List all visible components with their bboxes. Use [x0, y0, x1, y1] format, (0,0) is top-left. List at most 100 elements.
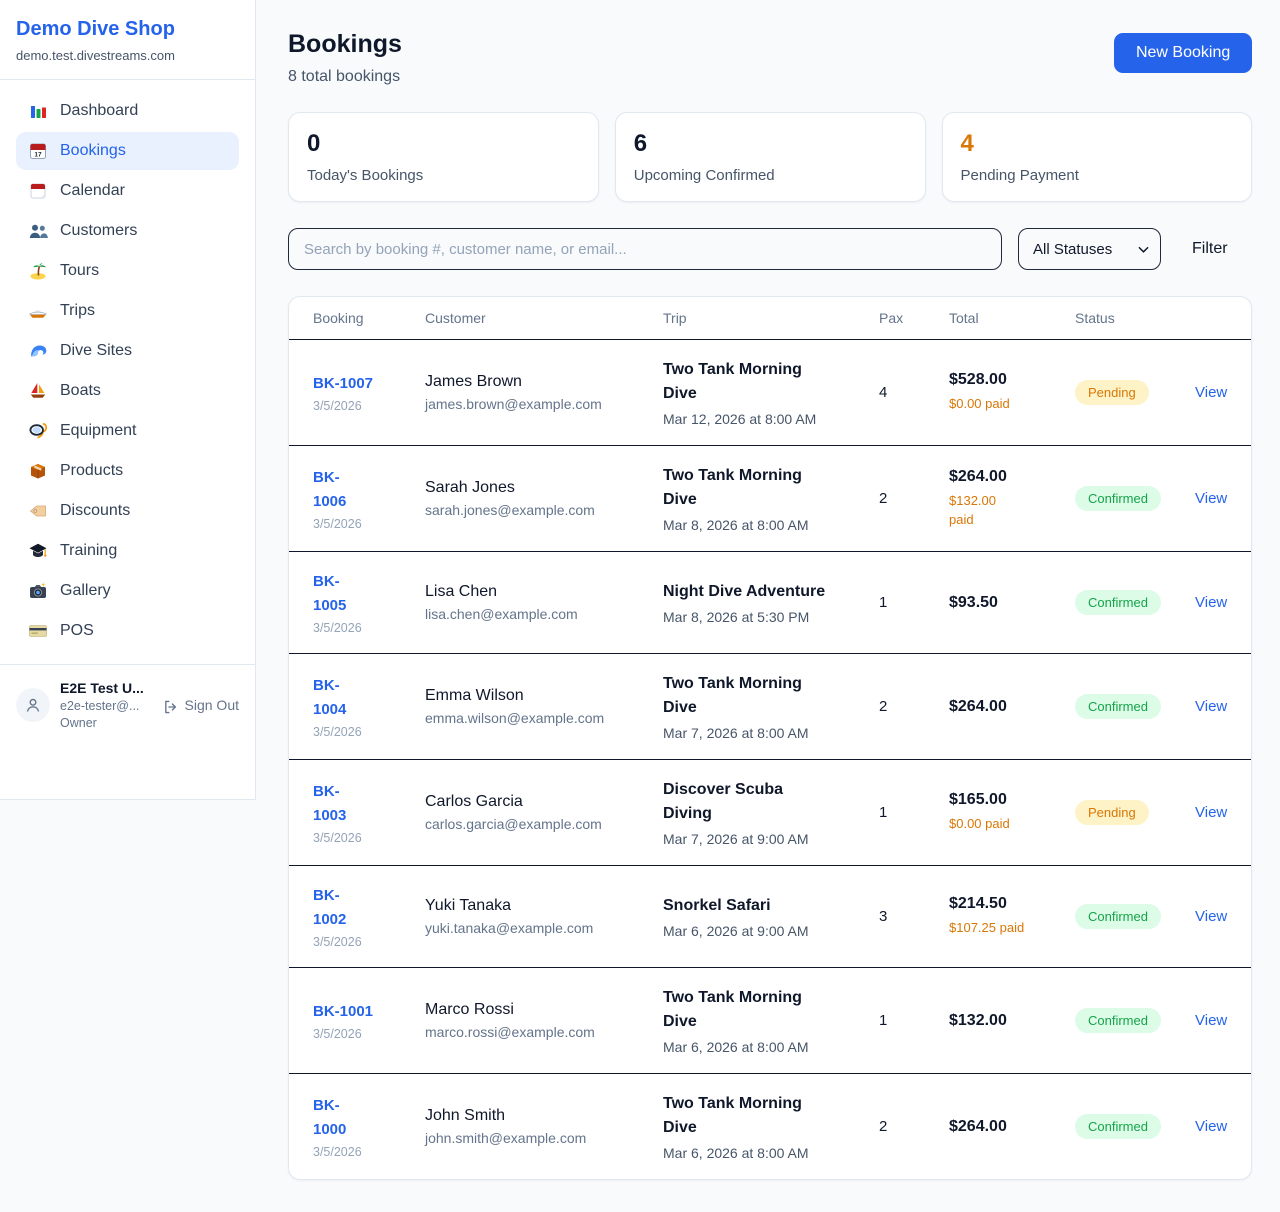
table-row: BK- 1006 3/5/2026 Sarah Jones sarah.jone… — [289, 445, 1251, 551]
brand-block: Demo Dive Shop demo.test.divestreams.com — [0, 0, 255, 80]
sidebar-item-training[interactable]: Training — [16, 532, 239, 570]
sidebar-item-dashboard[interactable]: Dashboard — [16, 92, 239, 130]
total-cell: $264.00 — [949, 1118, 1075, 1136]
pax-count: 1 — [879, 804, 949, 821]
booking-number-link[interactable]: BK-1001 — [313, 1000, 425, 1024]
pax-count: 2 — [879, 1118, 949, 1135]
view-link[interactable]: View — [1195, 908, 1227, 925]
sailboat-icon — [28, 381, 48, 401]
sidebar-item-pos[interactable]: POS — [16, 612, 239, 650]
customer-email: john.smith@example.com — [425, 1130, 663, 1146]
col-header-status: Status — [1075, 310, 1195, 326]
trip-name: Two Tank Morning Dive — [663, 358, 859, 406]
user-name: E2E Test U... — [60, 679, 144, 698]
actions-cell: View — [1195, 594, 1227, 612]
package-icon — [28, 461, 48, 481]
trip-name: Snorkel Safari — [663, 894, 859, 918]
stat-label: Today's Bookings — [307, 167, 580, 184]
total-cell: $264.00 — [949, 698, 1075, 716]
sidebar: Demo Dive Shop demo.test.divestreams.com… — [0, 0, 256, 800]
booking-number-link[interactable]: BK- 1005 — [313, 570, 425, 618]
paid-amount: $0.00 paid — [949, 394, 1075, 414]
customer-email: sarah.jones@example.com — [425, 502, 663, 518]
view-link[interactable]: View — [1195, 384, 1227, 401]
pax-count: 2 — [879, 698, 949, 715]
search-input[interactable] — [288, 228, 1002, 270]
sidebar-item-equipment[interactable]: Equipment — [16, 412, 239, 450]
sign-out-button[interactable]: Sign Out — [162, 697, 239, 714]
camera-icon — [28, 581, 48, 601]
total-cell: $528.00 $0.00 paid — [949, 371, 1075, 414]
actions-cell: View — [1195, 908, 1227, 926]
trip-name: Discover Scuba Diving — [663, 778, 859, 826]
booking-number-link[interactable]: BK- 1003 — [313, 780, 425, 828]
status-cell: Confirmed — [1075, 1114, 1195, 1139]
booking-cell: BK- 1003 3/5/2026 — [313, 780, 425, 845]
sidebar-item-tours[interactable]: Tours — [16, 252, 239, 290]
trip-datetime: Mar 6, 2026 at 9:00 AM — [663, 923, 859, 939]
speedboat-icon — [28, 301, 48, 321]
col-header-booking: Booking — [313, 310, 425, 326]
view-link[interactable]: View — [1195, 594, 1227, 611]
total-cell: $214.50 $107.25 paid — [949, 895, 1075, 938]
status-badge: Confirmed — [1075, 904, 1161, 929]
booking-number-link[interactable]: BK- 1002 — [313, 884, 425, 932]
customer-email: carlos.garcia@example.com — [425, 816, 663, 832]
table-row: BK- 1002 3/5/2026 Yuki Tanaka yuki.tanak… — [289, 865, 1251, 967]
sidebar-item-products[interactable]: Products — [16, 452, 239, 490]
booking-number-link[interactable]: BK- 1000 — [313, 1094, 425, 1142]
stat-card: 0 Today's Bookings — [288, 112, 599, 202]
view-link[interactable]: View — [1195, 490, 1227, 507]
col-header-pax: Pax — [879, 310, 949, 326]
status-cell: Confirmed — [1075, 694, 1195, 719]
booking-cell: BK-1007 3/5/2026 — [313, 372, 425, 413]
customer-cell: John Smith john.smith@example.com — [425, 1107, 663, 1146]
stat-value: 4 — [961, 130, 1234, 158]
customer-email: marco.rossi@example.com — [425, 1024, 663, 1040]
sidebar-item-dive-sites[interactable]: Dive Sites — [16, 332, 239, 370]
calendar-date-icon: 17 — [28, 141, 48, 161]
trip-cell: Snorkel Safari Mar 6, 2026 at 9:00 AM — [663, 894, 879, 939]
view-link[interactable]: View — [1195, 698, 1227, 715]
customer-name: John Smith — [425, 1107, 663, 1125]
view-link[interactable]: View — [1195, 804, 1227, 821]
status-cell: Pending — [1075, 800, 1195, 825]
trip-cell: Two Tank Morning Dive Mar 8, 2026 at 8:0… — [663, 464, 879, 533]
sidebar-item-trips[interactable]: Trips — [16, 292, 239, 330]
sidebar-nav: Dashboard 17 Bookings Calendar Customers… — [0, 80, 255, 664]
sidebar-item-customers[interactable]: Customers — [16, 212, 239, 250]
customer-cell: Emma Wilson emma.wilson@example.com — [425, 687, 663, 726]
booking-number-link[interactable]: BK-1007 — [313, 372, 425, 396]
sidebar-item-boats[interactable]: Boats — [16, 372, 239, 410]
booking-date: 3/5/2026 — [313, 1145, 425, 1159]
total-cell: $93.50 — [949, 594, 1075, 612]
sidebar-item-bookings[interactable]: 17 Bookings — [16, 132, 239, 170]
actions-cell: View — [1195, 698, 1227, 716]
view-link[interactable]: View — [1195, 1118, 1227, 1135]
booking-cell: BK-1001 3/5/2026 — [313, 1000, 425, 1041]
status-select[interactable]: All Statuses — [1019, 229, 1160, 269]
stat-label: Pending Payment — [961, 167, 1234, 184]
sidebar-item-calendar[interactable]: Calendar — [16, 172, 239, 210]
status-cell: Confirmed — [1075, 904, 1195, 929]
customer-cell: Carlos Garcia carlos.garcia@example.com — [425, 793, 663, 832]
view-link[interactable]: View — [1195, 1012, 1227, 1029]
new-booking-button[interactable]: New Booking — [1114, 33, 1252, 73]
booking-cell: BK- 1000 3/5/2026 — [313, 1094, 425, 1159]
sidebar-item-discounts[interactable]: Discounts — [16, 492, 239, 530]
booking-number-link[interactable]: BK- 1004 — [313, 674, 425, 722]
filter-button[interactable]: Filter — [1192, 240, 1228, 258]
sidebar-item-gallery[interactable]: Gallery — [16, 572, 239, 610]
customer-email: yuki.tanaka@example.com — [425, 920, 663, 936]
user-section: E2E Test U... e2e-tester@... Owner Sign … — [0, 664, 255, 746]
booking-date: 3/5/2026 — [313, 517, 425, 531]
logout-icon — [162, 697, 179, 714]
booking-number-link[interactable]: BK- 1006 — [313, 466, 425, 514]
booking-date: 3/5/2026 — [313, 831, 425, 845]
pax-count: 1 — [879, 1012, 949, 1029]
pax-count: 2 — [879, 490, 949, 507]
total-amount: $132.00 — [949, 1012, 1075, 1030]
table-row: BK- 1004 3/5/2026 Emma Wilson emma.wilso… — [289, 653, 1251, 759]
trip-name: Two Tank Morning Dive — [663, 464, 859, 512]
trip-name: Night Dive Adventure — [663, 580, 859, 604]
